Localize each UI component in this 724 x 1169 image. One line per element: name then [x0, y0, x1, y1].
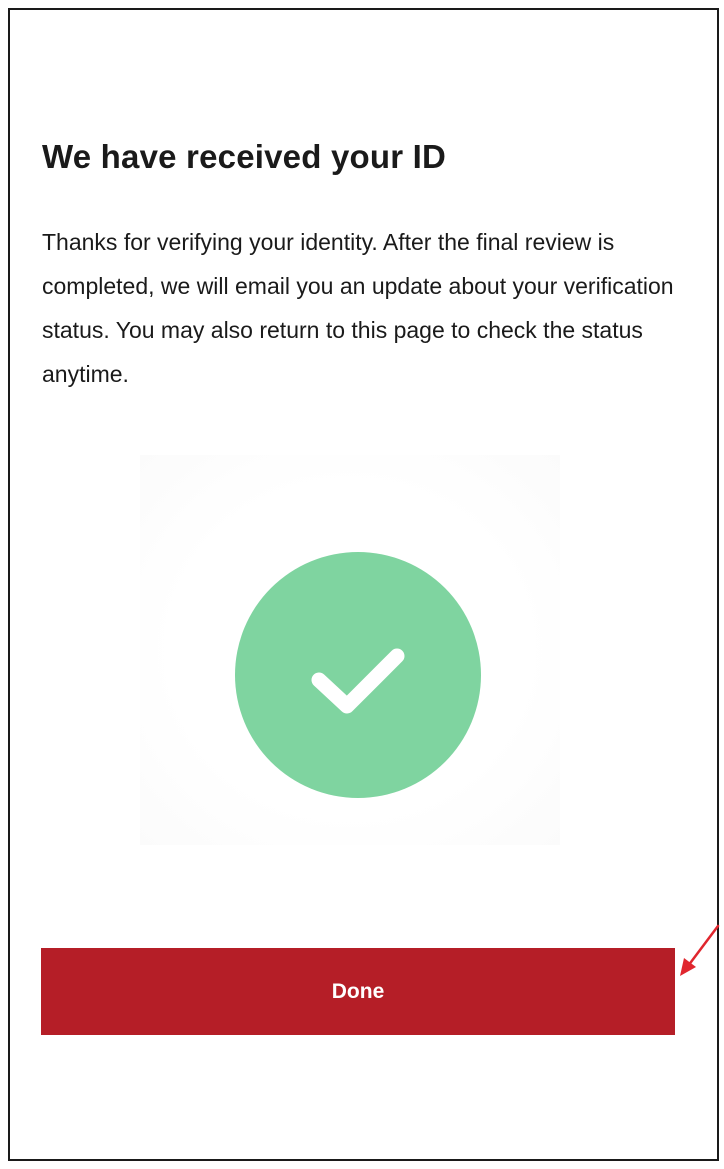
checkmark-icon [311, 648, 405, 714]
check-circle-icon [235, 552, 481, 798]
done-button[interactable]: Done [41, 948, 675, 1035]
annotation-arrow-icon [680, 924, 720, 976]
page-title: We have received your ID [42, 138, 447, 175]
confirmation-message: Thanks for verifying your identity. Afte… [42, 229, 674, 387]
